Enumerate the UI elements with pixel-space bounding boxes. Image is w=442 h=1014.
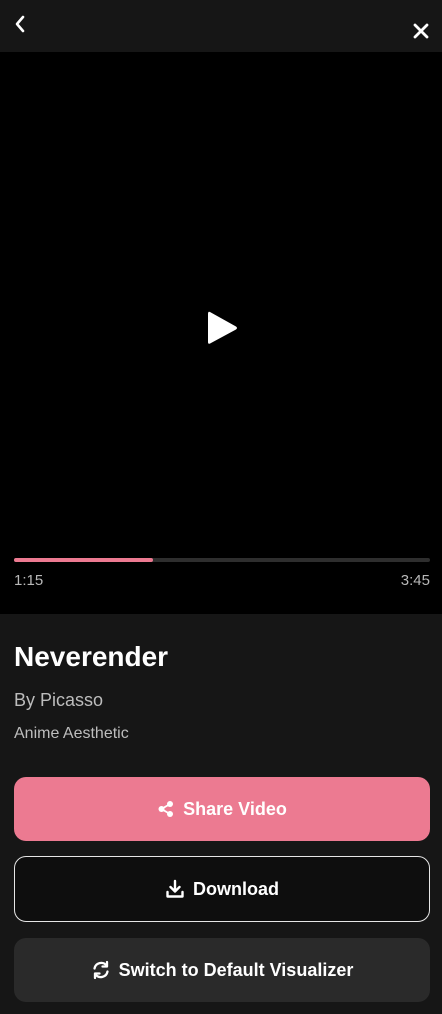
progress-bar[interactable] <box>14 558 430 562</box>
play-button[interactable] <box>202 308 242 348</box>
share-video-button[interactable]: Share Video <box>14 777 430 841</box>
switch-visualizer-button[interactable]: Switch to Default Visualizer <box>14 938 430 1002</box>
total-time: 3:45 <box>400 572 430 589</box>
track-info: Neverender By Picasso Anime Aesthetic <box>14 640 430 744</box>
download-label: Download <box>193 878 279 899</box>
track-style: Anime Aesthetic <box>14 725 129 742</box>
chevron-left-icon <box>15 15 25 33</box>
refresh-icon <box>91 960 111 980</box>
play-icon <box>208 311 237 344</box>
progress-fill <box>14 558 153 562</box>
switch-visualizer-label: Switch to Default Visualizer <box>118 959 354 980</box>
close-icon <box>413 23 429 39</box>
download-icon <box>165 879 185 899</box>
close-button[interactable] <box>408 18 434 44</box>
download-button[interactable]: Download <box>14 856 430 922</box>
track-title: Neverender <box>14 641 169 672</box>
share-video-label: Share Video <box>183 798 287 819</box>
top-bar <box>0 0 442 52</box>
track-artist: By Picasso <box>14 690 104 710</box>
share-icon <box>157 800 175 818</box>
video-player[interactable]: 1:15 3:45 <box>0 52 442 614</box>
current-time: 1:15 <box>14 572 44 589</box>
back-button[interactable] <box>8 10 32 38</box>
